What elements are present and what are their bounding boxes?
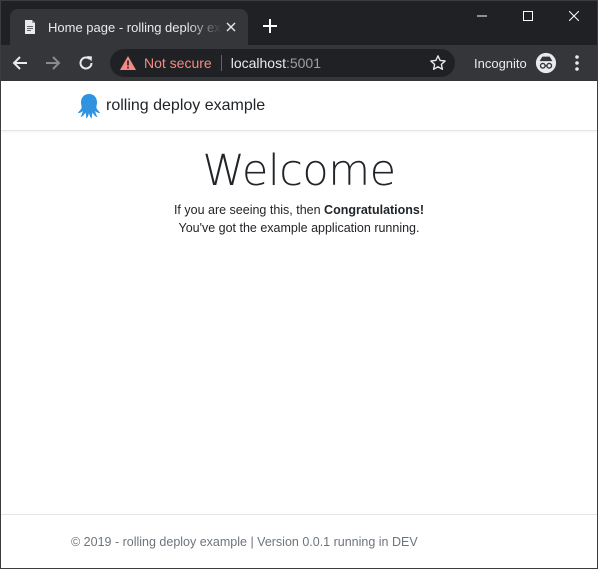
forward-button[interactable] <box>39 49 67 77</box>
arrow-left-icon <box>12 56 27 70</box>
maximize-icon <box>523 11 533 21</box>
kebab-menu-icon <box>575 55 579 71</box>
page-title: Welcome <box>202 146 396 196</box>
reload-button[interactable] <box>72 49 100 77</box>
incognito-icon <box>535 52 556 74</box>
site-footer: © 2019 - rolling deploy example | Versio… <box>1 514 597 568</box>
tab-close-icon[interactable] <box>222 18 240 36</box>
incognito-indicator[interactable]: Incognito <box>474 45 557 81</box>
incognito-label: Incognito <box>474 55 527 71</box>
close-window-button[interactable] <box>551 1 597 31</box>
congrats-prefix: If you are seeing this, then <box>173 203 325 217</box>
congrats-bold: Congratulations! <box>324 203 425 217</box>
star-icon[interactable] <box>429 54 447 72</box>
tab-title: Home page - rolling deploy example <box>48 19 222 35</box>
browser-menu-button[interactable] <box>567 53 587 73</box>
tab-active[interactable]: Home page - rolling deploy example <box>10 9 248 45</box>
browser-toolbar: Not secure localhost:5001 Incognito <box>1 45 597 81</box>
footer-text: © 2019 - rolling deploy example | Versio… <box>71 535 418 549</box>
web-page: rolling deploy example Welcome If you ar… <box>1 81 597 568</box>
address-bar[interactable]: Not secure localhost:5001 <box>110 49 455 77</box>
site-brand-text: rolling deploy example <box>106 97 266 114</box>
running-message: You've got the example application runni… <box>178 221 420 235</box>
plus-icon <box>263 19 277 33</box>
octopus-logo-icon <box>78 94 100 119</box>
minimize-button[interactable] <box>459 1 505 31</box>
tab-strip: Home page - rolling deploy example <box>1 1 597 45</box>
browser-window: Home page - rolling deploy example <box>0 0 598 569</box>
congrats-message: If you are seeing this, then Congratulat… <box>1 201 597 219</box>
reload-icon <box>79 56 93 70</box>
new-tab-button[interactable] <box>259 15 281 37</box>
site-navbar: rolling deploy example <box>1 81 597 131</box>
close-icon <box>569 11 579 21</box>
url-text[interactable]: localhost:5001 <box>231 55 321 71</box>
minimize-icon <box>477 15 487 17</box>
url-port: :5001 <box>285 55 322 71</box>
back-button[interactable] <box>6 49 34 77</box>
arrow-right-icon <box>46 56 61 70</box>
maximize-button[interactable] <box>505 1 551 31</box>
address-separator <box>220 55 222 71</box>
url-host: localhost <box>230 55 286 71</box>
document-icon <box>25 20 35 34</box>
window-controls <box>459 1 597 31</box>
not-secure-label[interactable]: Not secure <box>144 55 212 71</box>
site-brand-link[interactable]: rolling deploy example <box>77 93 265 119</box>
warning-icon[interactable] <box>120 55 136 71</box>
welcome-section: Welcome If you are seeing this, then Con… <box>1 145 597 237</box>
